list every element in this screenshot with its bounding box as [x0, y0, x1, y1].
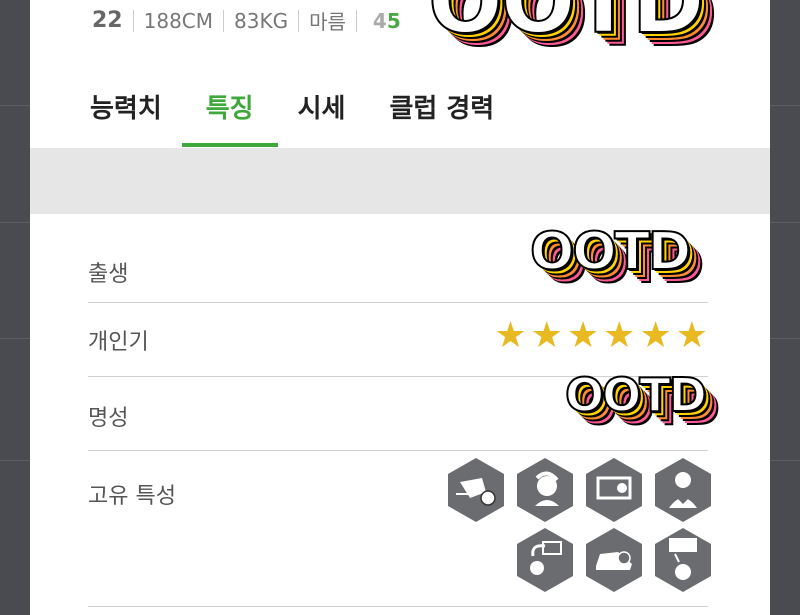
- flying-ball-icon[interactable]: [655, 528, 711, 592]
- goal-net-shot-icon[interactable]: [586, 458, 642, 522]
- header-player-icon[interactable]: [517, 458, 573, 522]
- boot-icon[interactable]: [586, 528, 642, 592]
- trait-icons-grid: [448, 458, 711, 592]
- speed-dribble-icon[interactable]: [448, 458, 504, 522]
- heart-player-icon[interactable]: [655, 458, 711, 522]
- player-detail-card: 22 188CM 83KG 마름 4 5 OOTD 능력치 특징 시세 클럽 경…: [30, 0, 770, 615]
- curve-pass-icon[interactable]: [517, 528, 573, 592]
